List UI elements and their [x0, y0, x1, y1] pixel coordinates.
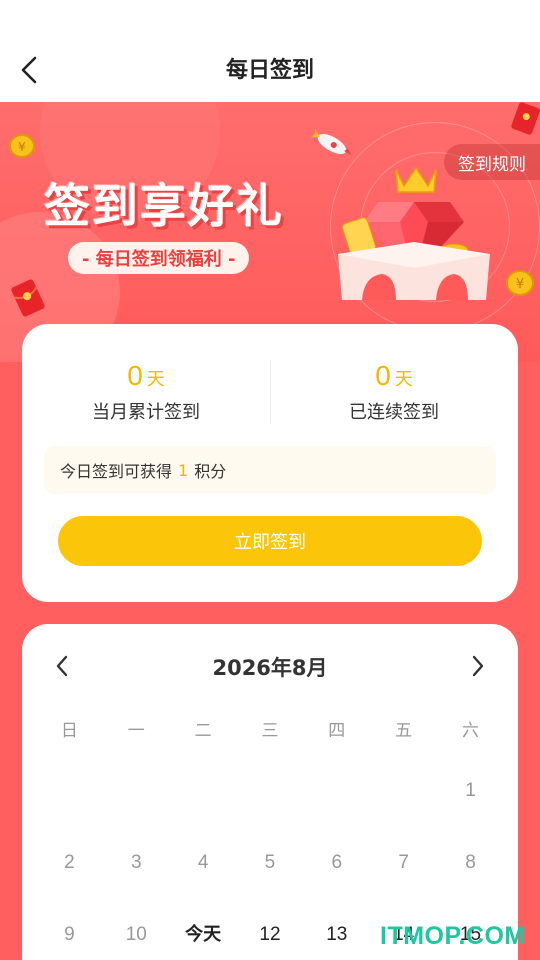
calendar-day [370, 776, 437, 848]
top-bar: 每日签到 [0, 0, 540, 102]
watermark: ITMOP.COM [380, 922, 526, 950]
streak-days-label: 已连续签到 [349, 402, 439, 423]
calendar-day[interactable]: 6 [303, 848, 370, 920]
next-month-button[interactable] [464, 652, 492, 680]
weekday-label: 二 [194, 721, 212, 741]
red-envelope-icon [511, 102, 540, 135]
calendar-week-row: 1 [36, 776, 504, 848]
monthly-days-label: 当月累计签到 [92, 402, 200, 423]
weekday-label: 一 [127, 721, 145, 741]
calendar-day[interactable]: 12 [237, 920, 304, 960]
calendar-day[interactable]: 3 [103, 848, 170, 920]
points-value: 1 [178, 460, 189, 480]
weekday-label: 三 [261, 721, 279, 741]
sign-in-card: 0 天 当月累计签到 0 天 已连续签到 今日签到可获得 1 积分 立即签到 [22, 324, 518, 602]
gift-box-illustration [338, 166, 490, 300]
svg-text:¥: ¥ [516, 277, 524, 292]
stat-value-row: 0 天 [270, 360, 518, 392]
streak-stat: 0 天 已连续签到 [270, 360, 518, 424]
weekday-label: 四 [328, 721, 346, 741]
chevron-right-icon [472, 655, 484, 677]
calendar-day [36, 776, 103, 848]
page-title: 每日签到 [225, 58, 314, 83]
weekday-header: 日 一 二 三 四 五 六 [36, 716, 504, 741]
calendar-card: 2026年8月 日 一 二 三 四 五 六 1 2 3 4 5 6 7 8 9 … [22, 624, 518, 960]
calendar-day[interactable]: 5 [237, 848, 304, 920]
calendar-week-row: 2 3 4 5 6 7 8 [36, 848, 504, 920]
calendar-day[interactable]: 13 [303, 920, 370, 960]
calendar-day [303, 776, 370, 848]
calendar-day[interactable]: 1 [437, 776, 504, 848]
calendar-day[interactable]: 2 [36, 848, 103, 920]
calendar-day[interactable]: 8 [437, 848, 504, 920]
calendar-day[interactable]: 10 [103, 920, 170, 960]
banner-headline: 签到享好礼 [44, 179, 284, 233]
banner-subtitle-pill: - 每日签到领福利 - [68, 242, 250, 274]
points-prefix: 今日签到可获得 [60, 462, 173, 481]
weekday-label: 日 [60, 721, 78, 741]
days-unit: 天 [146, 369, 165, 390]
points-info-bar: 今日签到可获得 1 积分 [44, 446, 496, 494]
calendar-day-today[interactable]: 今天 [170, 920, 237, 960]
weekday-label: 五 [395, 721, 413, 741]
stat-value-row: 0 天 [22, 360, 270, 392]
sign-in-button[interactable]: 立即签到 [58, 516, 482, 566]
streak-days-value: 0 [375, 360, 391, 391]
calendar-day [103, 776, 170, 848]
weekday-label: 六 [461, 721, 479, 741]
promo-banner: 签到享好礼 - 每日签到领福利 - 签到规则 ¥ ¥ [0, 102, 540, 362]
calendar-day[interactable]: 4 [170, 848, 237, 920]
monthly-total-stat: 0 天 当月累计签到 [22, 360, 270, 424]
coin-icon: ¥ [9, 134, 35, 158]
coin-icon: ¥ [506, 270, 534, 296]
calendar-day [170, 776, 237, 848]
monthly-days-value: 0 [127, 360, 143, 391]
red-envelope-icon [11, 279, 45, 317]
calendar-day[interactable]: 7 [370, 848, 437, 920]
calendar-day[interactable]: 9 [36, 920, 103, 960]
days-unit: 天 [394, 369, 413, 390]
calendar-month-label: 2026年8月 [212, 656, 328, 680]
svg-text:¥: ¥ [18, 140, 26, 154]
points-suffix: 积分 [194, 462, 227, 481]
calendar-day [237, 776, 304, 848]
